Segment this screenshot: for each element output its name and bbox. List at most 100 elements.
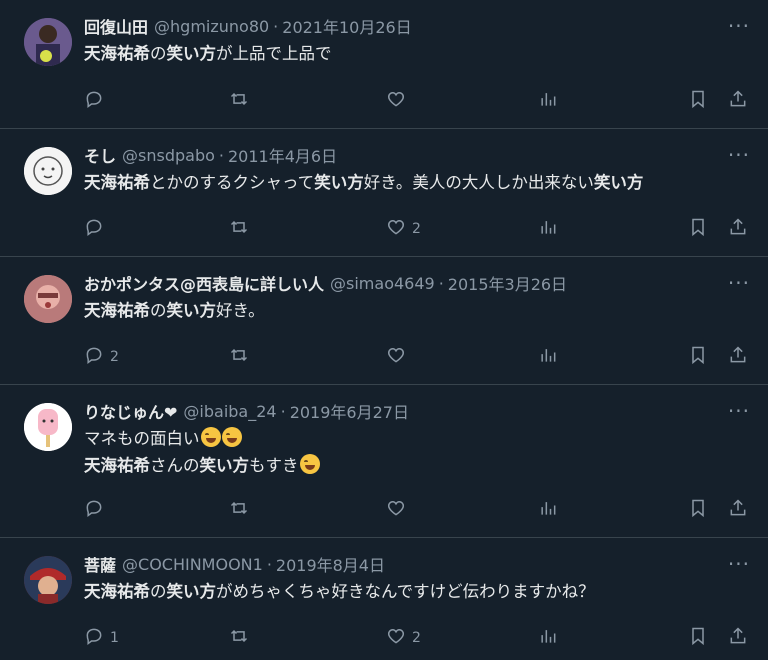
display-name[interactable]: 菩薩	[84, 552, 116, 576]
share-icon	[728, 345, 748, 369]
tweet-date[interactable]: 2019年6月27日	[290, 399, 409, 423]
reply-button[interactable]	[84, 498, 110, 522]
user-handle[interactable]: @hgmizuno80	[154, 17, 269, 36]
tweet[interactable]: 菩薩 @COCHINMOON1 · 2019年8月4日 ··· 天海祐希の笑い方…	[0, 538, 768, 660]
display-name[interactable]: そし	[84, 143, 116, 167]
share-button[interactable]	[728, 89, 748, 113]
views-button[interactable]	[538, 345, 558, 369]
tweet-text-line: 天海祐希さんの笑い方もすき	[84, 452, 752, 479]
tweet-text-line: 天海祐希の笑い方好き。	[84, 297, 752, 324]
user-handle[interactable]: @simao4649	[330, 274, 435, 293]
tweet-date[interactable]: 2011年4月6日	[228, 143, 337, 167]
tweet-date[interactable]: 2019年8月4日	[276, 552, 385, 576]
tweet[interactable]: おかポンタス@西表島に詳しい人 @simao4649 · 2015年3月26日 …	[0, 257, 768, 385]
reply-button[interactable]	[84, 217, 110, 241]
user-handle[interactable]: @COCHINMOON1	[122, 555, 263, 574]
retweet-button[interactable]	[229, 217, 249, 241]
tweet-actions	[84, 498, 752, 522]
tweet-text-segment: とかのするクシャって	[150, 173, 315, 192]
views-button[interactable]	[538, 217, 558, 241]
tweet-text: 天海祐希の笑い方がめちゃくちゃ好きなんですけど伝わりますかね？	[84, 578, 752, 605]
tweet-header: そし @snsdpabo · 2011年4月6日	[84, 143, 752, 167]
like-icon	[386, 89, 406, 113]
reply-count: 1	[110, 630, 119, 646]
tweet-text: 天海祐希の笑い方好き。	[84, 297, 752, 324]
retweet-button[interactable]	[229, 498, 249, 522]
tweet-text-segment: の	[150, 301, 167, 320]
share-button[interactable]	[728, 217, 748, 241]
reply-button[interactable]: 1	[84, 626, 119, 650]
tweet-actions: 2	[84, 217, 752, 241]
more-options-icon[interactable]: ···	[728, 554, 750, 574]
tweet-date[interactable]: 2015年3月26日	[448, 271, 567, 295]
avatar[interactable]	[24, 403, 72, 451]
user-handle[interactable]: @snsdpabo	[122, 146, 215, 165]
bookmark-button[interactable]	[688, 217, 708, 241]
tweet[interactable]: そし @snsdpabo · 2011年4月6日 ··· 天海祐希とかのするクシ…	[0, 129, 768, 257]
share-icon	[728, 89, 748, 113]
display-name[interactable]: 回復山田	[84, 14, 148, 38]
tweet-text-line: 天海祐希の笑い方が上品で上品で	[84, 40, 752, 67]
retweet-icon	[229, 345, 249, 369]
tweet-actions: 1 2	[84, 626, 752, 650]
tweet-text-line: マネもの面白い	[84, 425, 752, 452]
tweet-text-line: 天海祐希とかのするクシャって笑い方好き。美人の大人しか出来ない笑い方	[84, 169, 752, 196]
share-button[interactable]	[728, 626, 748, 650]
highlighted-term: 天海祐希	[84, 44, 150, 63]
tweet-text-segment: 好き。美人の大人しか出来ない	[363, 173, 594, 192]
tears-of-joy-emoji-icon	[299, 454, 320, 474]
more-options-icon[interactable]: ···	[728, 145, 750, 165]
avatar[interactable]	[24, 275, 72, 323]
share-button[interactable]	[728, 345, 748, 369]
tweet[interactable]: 回復山田 @hgmizuno80 · 2021年10月26日 ··· 天海祐希の…	[0, 0, 768, 129]
views-icon	[538, 345, 558, 369]
tweet-text-segment: 好き。	[216, 301, 265, 320]
display-name[interactable]: おかポンタス@西表島に詳しい人	[84, 271, 324, 295]
retweet-icon	[229, 626, 249, 650]
highlighted-term: 天海祐希	[84, 456, 150, 475]
tweet-text-segment: がめちゃくちゃ好きなんですけど伝わりますかね？	[216, 582, 595, 601]
user-handle[interactable]: @ibaiba_24	[183, 402, 276, 421]
like-icon	[386, 626, 406, 650]
more-options-icon[interactable]: ···	[728, 16, 750, 36]
retweet-button[interactable]	[229, 345, 249, 369]
highlighted-term: 笑い方	[593, 173, 644, 192]
like-button[interactable]	[386, 89, 412, 113]
share-button[interactable]	[728, 498, 748, 522]
like-button[interactable]	[386, 498, 412, 522]
avatar[interactable]	[24, 556, 72, 604]
tweet-feed: 回復山田 @hgmizuno80 · 2021年10月26日 ··· 天海祐希の…	[0, 0, 768, 660]
like-button[interactable]	[386, 345, 412, 369]
bookmark-button[interactable]	[688, 89, 708, 113]
reply-button[interactable]: 2	[84, 345, 119, 369]
bookmark-button[interactable]	[688, 345, 708, 369]
share-icon	[728, 498, 748, 522]
retweet-icon	[229, 498, 249, 522]
views-button[interactable]	[538, 498, 558, 522]
views-button[interactable]	[538, 89, 558, 113]
retweet-button[interactable]	[229, 626, 249, 650]
reply-icon	[84, 89, 104, 113]
tweet[interactable]: りなじゅん❤ @ibaiba_24 · 2019年6月27日 ··· マネもの面…	[0, 385, 768, 538]
views-button[interactable]	[538, 626, 558, 650]
like-icon	[386, 345, 406, 369]
tweet-date[interactable]: 2021年10月26日	[282, 14, 411, 38]
views-icon	[538, 217, 558, 241]
more-options-icon[interactable]: ···	[728, 401, 750, 421]
like-count: 2	[412, 221, 421, 237]
reply-button[interactable]	[84, 89, 110, 113]
bookmark-button[interactable]	[688, 498, 708, 522]
avatar[interactable]	[24, 18, 72, 66]
display-name[interactable]: りなじゅん❤	[84, 399, 177, 423]
share-icon	[728, 217, 748, 241]
more-options-icon[interactable]: ···	[728, 273, 750, 293]
retweet-button[interactable]	[229, 89, 249, 113]
highlighted-term: 天海祐希	[84, 173, 150, 192]
tears-of-joy-emoji-icon	[200, 427, 221, 447]
like-button[interactable]: 2	[386, 626, 421, 650]
bookmark-button[interactable]	[688, 626, 708, 650]
like-button[interactable]: 2	[386, 217, 421, 241]
avatar[interactable]	[24, 147, 72, 195]
bookmark-icon	[688, 626, 708, 650]
tweet-text-segment: さんの	[150, 456, 200, 475]
